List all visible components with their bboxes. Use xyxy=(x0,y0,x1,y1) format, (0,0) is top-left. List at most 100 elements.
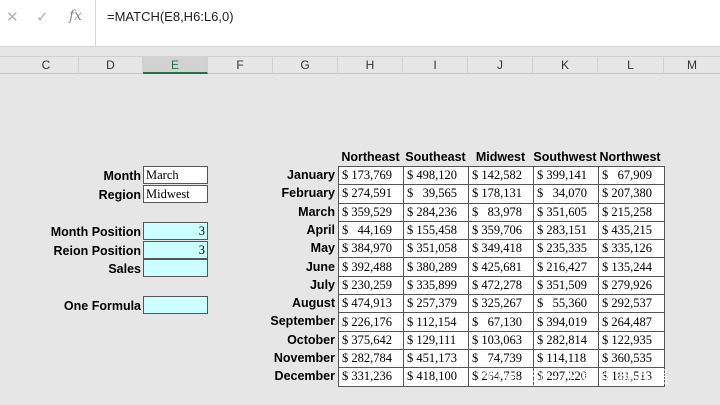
table-cell[interactable]: $ 351,058 xyxy=(403,239,469,259)
region-position-cell[interactable]: 3 xyxy=(143,241,208,259)
table-cell[interactable]: $ 173,769 xyxy=(338,165,404,186)
table-cell[interactable]: $ 274,591 xyxy=(338,184,404,204)
month-input-cell[interactable]: March xyxy=(143,166,208,184)
table-cell[interactable]: $ 122,935 xyxy=(598,330,665,350)
formula-input[interactable]: =MATCH(E8,H6:L6,0) xyxy=(107,9,234,24)
month-row-label: April xyxy=(306,222,335,237)
table-cell[interactable]: $ 435,215 xyxy=(598,220,665,241)
one-formula-cell[interactable] xyxy=(143,296,208,314)
table-cell[interactable]: $ 359,706 xyxy=(468,220,534,241)
table-cell[interactable]: $ 451,173 xyxy=(403,348,469,369)
check-icon[interactable]: ✓ xyxy=(36,8,49,26)
table-cell[interactable]: $ 349,418 xyxy=(468,239,534,259)
table-cell[interactable]: $ 384,970 xyxy=(338,239,404,259)
table-cell[interactable]: $ 67,130 xyxy=(468,312,534,332)
table-cell[interactable]: $ 55,360 xyxy=(533,294,599,314)
month-row-label: November xyxy=(273,351,335,365)
month-row-label: May xyxy=(310,241,335,256)
column-header-f[interactable]: F xyxy=(208,57,273,74)
table-cell[interactable]: $ 292,537 xyxy=(598,294,665,314)
table-cell[interactable]: $ 282,784 xyxy=(338,348,404,369)
column-header-h[interactable]: H xyxy=(338,57,403,74)
table-cell[interactable]: $ 425,681 xyxy=(468,257,534,277)
month-row-label: June xyxy=(305,259,335,274)
table-cell[interactable]: $ 235,335 xyxy=(533,239,599,259)
table-cell[interactable]: $ 335,126 xyxy=(598,239,665,259)
table-row: $ 173,769 $ 498,120 $ 142,582 $ 399,141 $ 67… xyxy=(338,165,665,186)
month-row-label: July xyxy=(309,277,335,292)
table-cell[interactable]: $ 399,141 xyxy=(533,165,599,186)
region-input-cell[interactable]: Midwest xyxy=(143,185,208,203)
table-row: $ 44,169 $ 155,458 $ 359,706 $ 283,151 $ 435… xyxy=(338,220,665,241)
table-cell[interactable]: $ 284,236 xyxy=(403,202,469,222)
table-cell[interactable]: $ 44,169 xyxy=(338,220,404,241)
column-header-i[interactable]: I xyxy=(403,57,468,74)
cancel-icon[interactable]: ✕ xyxy=(6,8,19,26)
table-cell[interactable]: $ 178,131 xyxy=(468,184,534,204)
table-row: $ 392,488 $ 380,289 $ 425,681 $ 216,427 $ 13… xyxy=(338,257,665,277)
month-row-label: January xyxy=(287,168,335,182)
header-northeast: Northeast xyxy=(341,150,400,164)
header-midwest: Midwest xyxy=(475,150,526,164)
table-cell[interactable]: $ 112,154 xyxy=(403,312,469,332)
table-row: $ 226,176 $ 112,154 $ 67,130 $ 394,019 $ 264… xyxy=(338,312,665,332)
table-cell[interactable]: $ 216,427 xyxy=(533,257,599,277)
table-row: $ 359,529 $ 284,236 $ 83,978 $ 351,605 $ 215… xyxy=(338,202,665,222)
table-cell[interactable]: $ 359,529 xyxy=(338,202,404,222)
table-cell[interactable]: $ 103,063 xyxy=(468,330,534,350)
formula-bar-divider xyxy=(95,0,96,47)
month-position-cell[interactable]: 3 xyxy=(143,222,208,240)
column-header-e[interactable]: E xyxy=(143,57,208,74)
region-position-label: Reion Position xyxy=(53,244,142,258)
month-row-label: September xyxy=(270,314,335,329)
table-cell[interactable]: $ 380,289 xyxy=(403,257,469,277)
table-cell[interactable]: $ 351,605 xyxy=(533,202,599,222)
fx-icon[interactable]: fx xyxy=(69,8,82,24)
table-cell[interactable]: $ 257,379 xyxy=(403,294,469,314)
table-cell[interactable]: $ 283,151 xyxy=(533,220,599,241)
table-cell[interactable]: $ 155,458 xyxy=(403,220,469,241)
table-cell[interactable]: $ 325,267 xyxy=(468,294,534,314)
table-cell[interactable]: $ 264,487 xyxy=(598,312,665,332)
table-cell[interactable]: $ 135,244 xyxy=(598,257,665,277)
column-header-g[interactable]: G xyxy=(273,57,338,74)
month-label: Month xyxy=(103,169,141,183)
column-header-bar: C D E F G H I J K L M xyxy=(0,56,720,74)
column-header-j[interactable]: J xyxy=(468,57,533,74)
table-cell[interactable]: $ 39,565 xyxy=(403,184,469,204)
column-header-l[interactable]: L xyxy=(598,57,664,74)
table-row: $ 274,591 $ 39,565 $ 178,131 $ 34,070 $ 207,… xyxy=(338,184,665,204)
table-row: $ 474,913 $ 257,379 $ 325,267 $ 55,360 $ 292… xyxy=(338,294,665,314)
table-cell[interactable]: $ 472,278 xyxy=(468,275,534,296)
header-southwest: Southwest xyxy=(533,150,597,164)
table-cell[interactable]: $ 282,814 xyxy=(533,330,599,350)
column-header-c[interactable]: C xyxy=(14,57,79,74)
table-cell[interactable]: $ 215,258 xyxy=(598,202,665,222)
table-cell[interactable]: $ 498,120 xyxy=(403,165,469,186)
month-row-label: December xyxy=(274,369,335,384)
table-cell[interactable]: $ 351,509 xyxy=(533,275,599,296)
table-cell[interactable]: $ 230,259 xyxy=(338,275,404,296)
table-cell[interactable]: $ 67,909 xyxy=(598,165,665,186)
table-cell[interactable]: $ 142,582 xyxy=(468,165,534,186)
table-cell[interactable]: $ 129,111 xyxy=(403,330,469,350)
month-position-label: Month Position xyxy=(50,225,141,239)
table-cell[interactable]: $ 279,926 xyxy=(598,275,665,296)
table-cell[interactable]: $ 226,176 xyxy=(338,312,404,332)
table-cell[interactable]: $ 83,978 xyxy=(468,202,534,222)
column-header-k[interactable]: K xyxy=(533,57,598,74)
table-cell[interactable]: $ 207,380 xyxy=(598,184,665,204)
table-cell[interactable]: $ 34,070 xyxy=(533,184,599,204)
table-cell[interactable]: $ 394,019 xyxy=(533,312,599,332)
table-cell[interactable]: $ 392,488 xyxy=(338,257,404,277)
header-southeast: Southeast xyxy=(405,150,466,164)
sales-cell[interactable] xyxy=(143,259,208,277)
column-header-m[interactable]: M xyxy=(664,57,720,74)
table-cell[interactable]: $ 375,642 xyxy=(338,330,404,350)
table-cell[interactable]: $ 474,913 xyxy=(338,294,404,314)
table-cell[interactable]: $ 418,100 xyxy=(403,367,469,387)
sales-table: $ 173,769 $ 498,120 $ 142,582 $ 399,141 $ 67… xyxy=(338,165,665,387)
table-cell[interactable]: $ 331,236 xyxy=(338,367,404,387)
table-cell[interactable]: $ 335,899 xyxy=(403,275,469,296)
column-header-d[interactable]: D xyxy=(79,57,143,74)
